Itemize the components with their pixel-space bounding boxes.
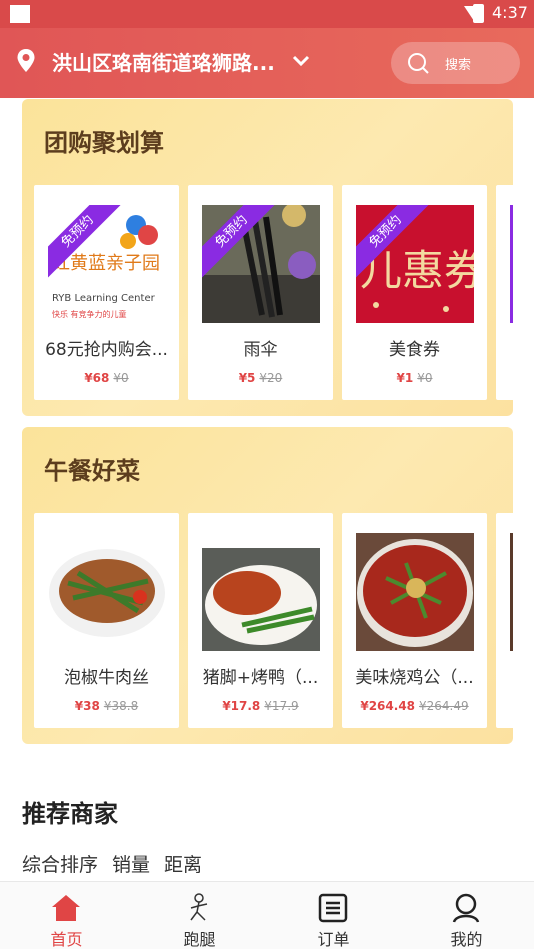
group-buy-item[interactable]: 红黄蓝亲子园 RYB Learning Center 快乐 有竞争力的儿童 免预… [34, 185, 179, 400]
tab-label: 首页 [50, 930, 83, 949]
search-button[interactable]: 搜索 [391, 42, 520, 84]
dish-image [356, 533, 474, 651]
price: ¥264.48 [360, 699, 416, 713]
battery-icon [473, 4, 484, 23]
bottom-tab-bar: 首页 跑腿 订单 我的 [0, 881, 534, 949]
old-price: ¥38.8 [103, 699, 139, 713]
status-bar: 4:37 [0, 0, 534, 28]
old-price: ¥0 [113, 371, 129, 385]
sort-options: 综合排序 销量 距离 [22, 850, 216, 877]
lunch-item[interactable]: 泡椒牛肉丝 ¥38 ¥38.8 [34, 513, 179, 728]
tab-label: 跑腿 [183, 930, 216, 949]
old-price: ¥20 [259, 371, 283, 385]
tab-home[interactable]: 首页 [0, 882, 133, 950]
dish-name: 猪脚+烤鸭（... [202, 668, 319, 688]
price-row: ¥38 ¥38.8 [34, 699, 179, 713]
status-time: 4:37 [492, 3, 528, 22]
product-image: 儿惠券 免预约 [356, 205, 474, 323]
product-name: 雨伞 [243, 340, 278, 360]
product-name: 68元抢内购会... [45, 340, 168, 360]
product-name: 美食券 [389, 340, 440, 360]
group-buy-item[interactable]: 儿惠券 免预约 美食券 ¥1 ¥0 [342, 185, 487, 400]
notification-icon [10, 5, 30, 23]
chevron-down-icon[interactable] [291, 50, 311, 70]
old-price: ¥17.9 [264, 699, 299, 713]
tab-orders[interactable]: 订单 [267, 882, 400, 950]
order-icon [318, 893, 348, 923]
tab-label: 我的 [450, 930, 483, 949]
dish-image [48, 533, 166, 651]
tab-errand[interactable]: 跑腿 [133, 882, 266, 950]
dish-name: 泡椒牛肉丝 [64, 668, 149, 688]
price-row: ¥264.48 ¥264.49 [342, 699, 487, 713]
price-row: ¥17.8 ¥17.9 [188, 699, 333, 713]
group-buy-title: 团购聚划算 [44, 129, 164, 157]
product-image: 红黄蓝亲子园 RYB Learning Center 快乐 有竞争力的儿童 免预… [48, 205, 166, 323]
product-image: 免预约 [202, 205, 320, 323]
lunch-section: 午餐好菜 泡椒牛肉丝 ¥38 ¥38.8 猪脚+烤鸭（... ¥17.8 ¥17… [22, 427, 513, 744]
lunch-item-partial[interactable] [496, 513, 513, 728]
old-price: ¥0 [417, 371, 433, 385]
group-buy-item-partial[interactable] [496, 185, 513, 400]
profile-icon [452, 893, 480, 923]
sort-sales[interactable]: 销量 [112, 854, 150, 876]
recommend-title: 推荐商家 [22, 800, 118, 828]
group-buy-section: 团购聚划算 红黄蓝亲子园 RYB Learning Center 快乐 有竞争力… [22, 99, 513, 416]
tab-label: 订单 [317, 930, 350, 949]
sort-comprehensive[interactable]: 综合排序 [22, 854, 98, 876]
search-label: 搜索 [445, 58, 472, 73]
price-row: ¥5 ¥20 [188, 371, 333, 385]
search-icon [408, 53, 429, 74]
lunch-item[interactable]: 美味烧鸡公（... ¥264.48 ¥264.49 [342, 513, 487, 728]
old-price: ¥264.49 [419, 699, 469, 713]
dish-image [202, 533, 320, 651]
group-buy-item[interactable]: 免预约 雨伞 ¥5 ¥20 [188, 185, 333, 400]
home-icon [52, 895, 80, 921]
tab-profile[interactable]: 我的 [400, 882, 533, 950]
runner-icon [190, 893, 208, 921]
price-row: ¥68 ¥0 [34, 371, 179, 385]
price: ¥68 [84, 371, 110, 385]
dish-name: 美味烧鸡公（... [355, 668, 474, 688]
price: ¥17.8 [222, 699, 261, 713]
price: ¥1 [396, 371, 414, 385]
lunch-list: 泡椒牛肉丝 ¥38 ¥38.8 猪脚+烤鸭（... ¥17.8 ¥17.9 美味… [34, 513, 513, 728]
location-pin-icon [17, 49, 35, 72]
price-row: ¥1 ¥0 [342, 371, 487, 385]
location-address[interactable]: 洪山区珞南街道珞狮路... [52, 47, 287, 76]
lunch-item[interactable]: 猪脚+烤鸭（... ¥17.8 ¥17.9 [188, 513, 333, 728]
svg-text:快乐 有竞争力的儿童: 快乐 有竞争力的儿童 [52, 309, 127, 319]
sort-distance[interactable]: 距离 [164, 854, 202, 876]
lunch-title: 午餐好菜 [44, 457, 140, 485]
svg-text:RYB Learning Center: RYB Learning Center [52, 293, 156, 304]
price: ¥5 [238, 371, 256, 385]
group-buy-list: 红黄蓝亲子园 RYB Learning Center 快乐 有竞争力的儿童 免预… [34, 185, 513, 400]
top-header: 洪山区珞南街道珞狮路... 搜索 [0, 28, 534, 98]
price: ¥38 [74, 699, 100, 713]
